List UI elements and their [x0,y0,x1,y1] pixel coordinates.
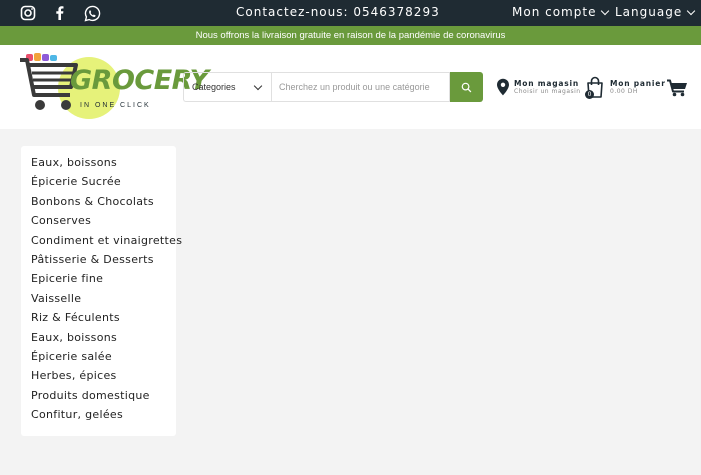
cart-summary[interactable]: 0 Mon panier 0.00 DH [585,76,666,99]
language-menu-label: Language [615,5,683,19]
store-text: Mon magasin Choisir un magasin [514,79,581,95]
category-item[interactable]: Eaux, boissons [21,331,176,350]
category-item[interactable]: Épicerie Sucrée [21,175,176,194]
cart-count-badge: 0 [585,90,594,99]
logo-tagline: IN ONE CLICK [80,102,151,109]
category-item[interactable]: Conserves [21,214,176,233]
store-selector[interactable]: Mon magasin Choisir un magasin [496,78,581,96]
whatsapp-icon[interactable] [83,4,101,22]
category-item[interactable]: Riz & Féculents [21,311,176,330]
cart-text: Mon panier 0.00 DH [610,79,666,95]
contact-phone: Contactez-nous: 0546378293 [236,5,440,19]
instagram-icon[interactable] [19,4,37,22]
category-item[interactable]: Bonbons & Chocolats [21,195,176,214]
category-item[interactable]: Herbes, épices [21,369,176,388]
category-item[interactable]: Epicerie fine [21,272,176,291]
category-item[interactable]: Produits domestique [21,389,176,408]
cart-icon[interactable] [666,79,688,101]
store-subtitle: Choisir un magasin [514,88,581,95]
search-input[interactable] [271,72,450,102]
category-item[interactable]: Vaisselle [21,292,176,311]
search-icon [461,82,472,92]
category-select-label: Categories [192,82,236,92]
cart-title: Mon panier [610,79,666,88]
account-menu-label: Mon compte [512,5,597,19]
facebook-icon[interactable] [51,4,69,22]
site-header: GROCERY IN ONE CLICK Categories Mon maga… [0,45,701,129]
social-links [19,4,101,22]
chevron-down-icon [686,6,696,15]
shopping-bag-icon: 0 [585,76,604,99]
category-item[interactable]: Pâtisserie & Desserts [21,253,176,272]
category-menu: Eaux, boissons Épicerie Sucrée Bonbons & C… [21,146,182,436]
top-bar: Contactez-nous: 0546378293 Mon compte La… [0,0,701,26]
category-item[interactable]: Eaux, boissons [21,156,176,175]
location-pin-icon [497,78,509,96]
chevron-down-icon [601,6,610,15]
search-bar: Categories [183,72,483,102]
category-item[interactable]: Confitur, gelées [21,408,176,427]
site-logo[interactable]: GROCERY IN ONE CLICK [18,51,209,121]
language-menu[interactable]: Language [615,5,696,19]
search-button[interactable] [450,72,483,102]
category-select[interactable]: Categories [183,72,271,102]
cart-amount: 0.00 DH [610,88,638,95]
account-menu[interactable]: Mon compte [512,5,610,19]
promo-banner: Nous offrons la livraison gratuite en ra… [0,26,701,45]
store-title: Mon magasin [514,79,580,88]
chevron-down-icon [253,81,263,91]
category-item[interactable]: Condiment et vinaigrettes [21,234,182,253]
category-item[interactable]: Épicerie salée [21,350,176,369]
